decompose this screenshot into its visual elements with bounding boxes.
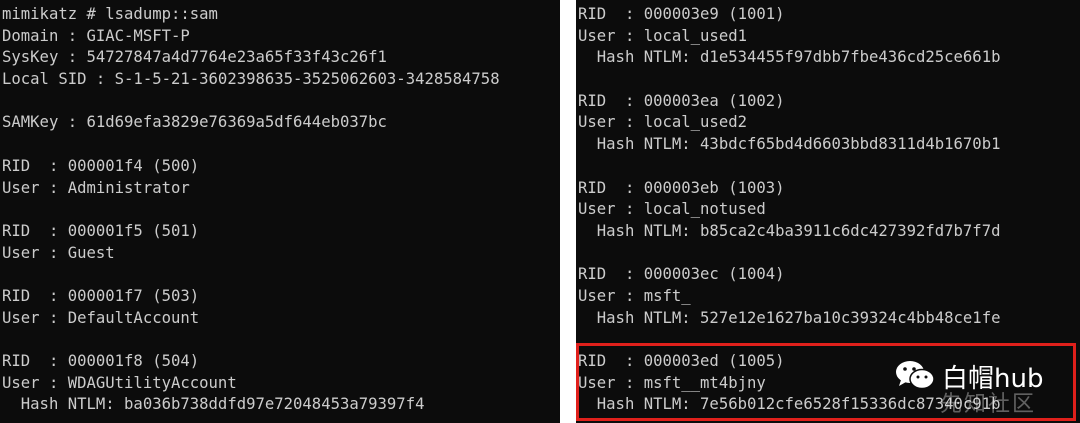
- terminal-line: Hash NTLM: 43bdcf65bd4d6603bbd8311d4b167…: [578, 135, 1001, 154]
- terminal-line: Hash NTLM: 527e12e1627ba10c39324c4bb48ce…: [578, 308, 1001, 327]
- terminal-line: User : local_used2: [578, 113, 747, 132]
- terminal-line: RID : 000003e9 (1001): [578, 5, 785, 23]
- terminal-line: User : msft_: [578, 286, 691, 305]
- terminal-line: Domain : GIAC-MSFT-P: [2, 26, 190, 45]
- terminal-line: User : WDAGUtilityAccount: [2, 373, 237, 392]
- terminal-line: mimikatz # lsadump::sam: [2, 5, 218, 23]
- terminal-line: Hash NTLM: ba036b738ddfd97e72048453a7939…: [2, 395, 425, 414]
- terminal-line: User : Guest: [2, 243, 115, 262]
- terminal-line: RID : 000003ec (1004): [578, 265, 785, 284]
- terminal-line: RID : 000001f5 (501): [2, 221, 200, 240]
- terminal-line: User : DefaultAccount: [2, 308, 200, 327]
- terminal-line: SysKey : 54727847a4d7764e23a65f33f43c26f…: [2, 48, 387, 67]
- terminal-line: Hash NTLM: b85ca2c4ba3911c6dc427392fd7b7…: [578, 221, 1001, 240]
- watermark: 白帽hub 先知社区: [894, 352, 1072, 417]
- terminal-line: RID : 000001f8 (504): [2, 352, 200, 370]
- left-terminal-output: mimikatz # lsadump::samDomain : GIAC-MSF…: [2, 4, 500, 416]
- terminal-line: Hash NTLM: d1e534455f97dbb7fbe436cd25ce6…: [578, 48, 1001, 67]
- terminal-line: Local SID : S-1-5-21-3602398635-35250626…: [2, 70, 500, 89]
- watermark-sub-text: 先知社区: [940, 392, 1037, 417]
- right-terminal-pane: RID : 000003e9 (1001) User : local_used1 …: [576, 0, 1080, 423]
- left-terminal-pane: mimikatz # lsadump::samDomain : GIAC-MSF…: [0, 0, 560, 423]
- terminal-line: User : local_notused: [578, 200, 766, 219]
- terminal-line: RID : 000001f7 (503): [2, 286, 200, 305]
- terminal-line: User : Administrator: [2, 178, 190, 197]
- terminal-line: SAMKey : 61d69efa3829e76369a5df644eb037b…: [2, 113, 387, 132]
- terminal-line: RID : 000003eb (1003): [578, 178, 785, 197]
- wechat-icon: [896, 361, 935, 390]
- terminal-line: RID : 000003ea (1002): [578, 91, 785, 110]
- terminal-line: RID : 000001f4 (500): [2, 156, 200, 175]
- terminal-line: User : local_used1: [578, 26, 747, 45]
